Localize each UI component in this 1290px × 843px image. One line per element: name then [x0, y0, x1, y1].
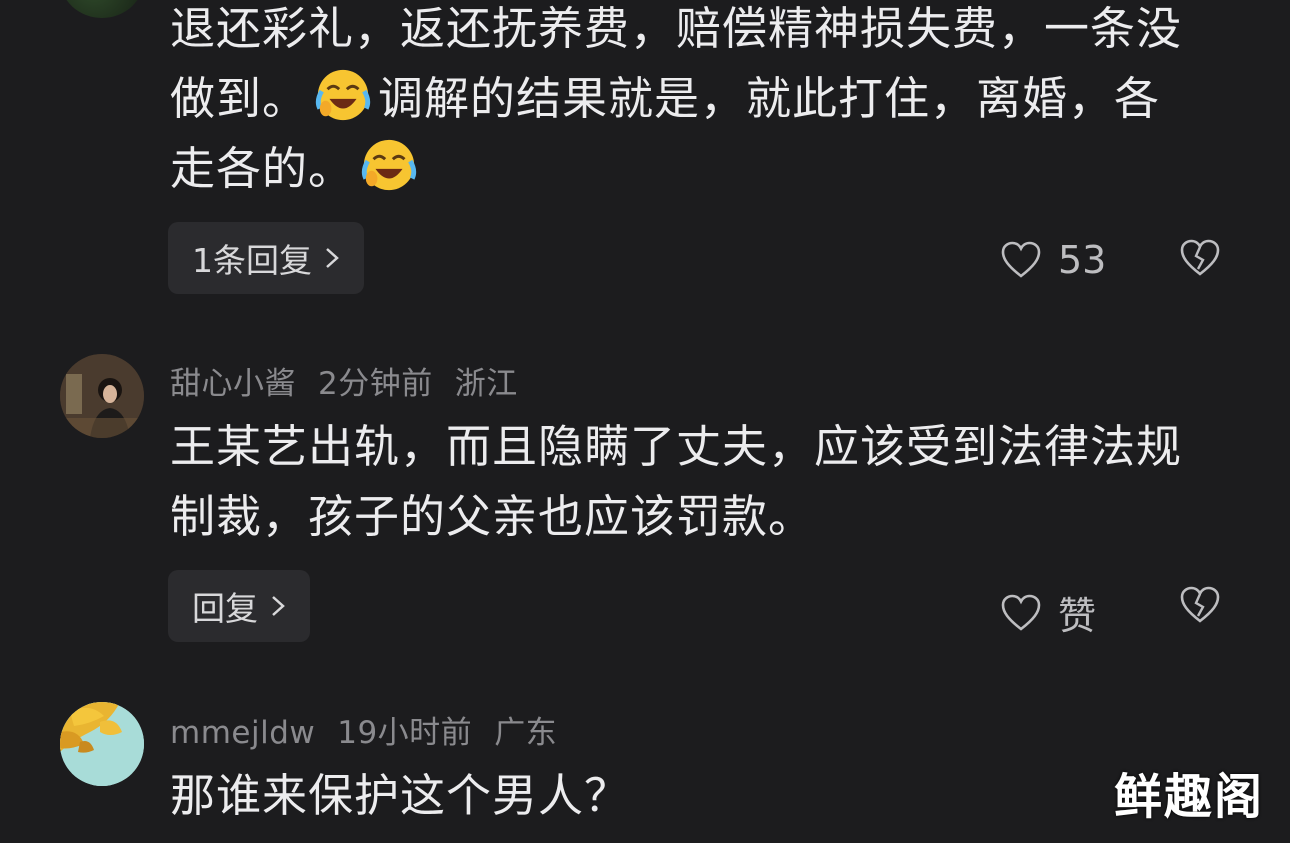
comment-thread: 退还彩礼，返还抚养费，赔偿精神损失费，一条没 做到。 调解的结果就是，就此打住，离…: [0, 0, 1290, 843]
username[interactable]: 甜心小酱: [170, 366, 296, 402]
chevron-right-icon: [326, 248, 339, 268]
comment-body: 那谁来保护这个男人？: [170, 761, 1240, 831]
comment-line: 退还彩礼，返还抚养费，赔偿精神损失费，一条没: [170, 2, 1183, 55]
like-button[interactable]: 赞: [1000, 585, 1096, 640]
comment-line: 制裁，孩子的父亲也应该罚款。: [170, 490, 815, 543]
username[interactable]: mmejldw: [170, 715, 315, 751]
broken-heart-icon[interactable]: [1179, 238, 1221, 278]
comment-text: 做到。: [170, 72, 309, 125]
view-replies-button[interactable]: 1条回复: [168, 222, 364, 294]
like-count: 53: [1058, 238, 1107, 282]
laughing-crying-emoji-icon: [361, 139, 417, 191]
reply-button[interactable]: 回复: [168, 570, 310, 642]
comment-text: 调解的结果就是，就此打住，离婚，各: [378, 72, 1161, 125]
comment-line: 做到。 调解的结果就是，就此打住，离婚，各: [170, 64, 1240, 134]
avatar[interactable]: [60, 702, 144, 786]
avatar-photo: [60, 702, 144, 786]
broken-heart-icon[interactable]: [1179, 585, 1221, 625]
avatar-photo: [60, 354, 144, 438]
watermark-logo: 鲜趣阁: [1113, 769, 1264, 825]
location: 广东: [494, 715, 558, 751]
comment-line: 那谁来保护这个男人？: [170, 769, 631, 822]
comment-line: 走各的。: [170, 134, 1240, 204]
timestamp: 2分钟前: [318, 366, 433, 402]
heart-icon: [1001, 594, 1041, 631]
location: 浙江: [454, 366, 518, 402]
like-label: 赞: [1058, 594, 1097, 638]
chevron-right-icon: [272, 596, 285, 616]
like-button[interactable]: 53: [1000, 238, 1106, 282]
laughing-crying-emoji-icon: [315, 69, 371, 121]
comment-meta: 甜心小酱 2分钟前 浙江: [170, 358, 540, 403]
comment-body: 退还彩礼，返还抚养费，赔偿精神损失费，一条没 做到。 调解的结果就是，就此打住，离…: [170, 0, 1240, 204]
comment-line: 王某艺出轨，而且隐瞒了丈夫，应该受到法律法规: [170, 420, 1183, 473]
timestamp: 19小时前: [337, 715, 473, 751]
reply-label: 1条回复: [192, 241, 312, 280]
avatar[interactable]: [60, 354, 144, 438]
reply-label: 回复: [192, 589, 258, 628]
comment-body: 王某艺出轨，而且隐瞒了丈夫，应该受到法律法规 制裁，孩子的父亲也应该罚款。: [170, 412, 1240, 552]
comment-text: 走各的。: [170, 142, 355, 195]
heart-icon: [1001, 241, 1041, 278]
comment-meta: mmejldw 19小时前 广东: [170, 707, 579, 752]
avatar[interactable]: [60, 0, 144, 18]
